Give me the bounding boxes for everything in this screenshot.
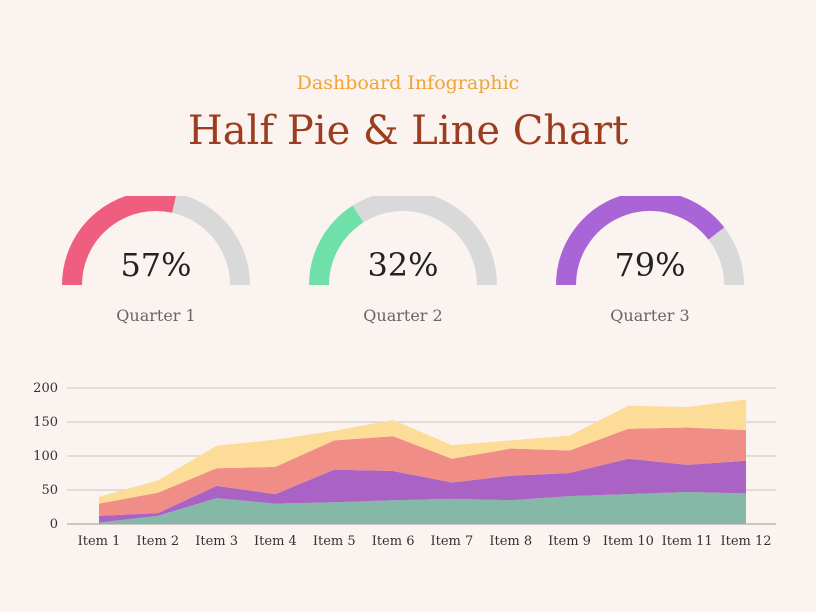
gauge-label: Quarter 3 bbox=[610, 306, 690, 325]
x-tick-label: Item 11 bbox=[662, 534, 713, 549]
x-tick-label: Item 7 bbox=[431, 534, 474, 549]
gauge-quarter-2: 32% Quarter 2 bbox=[303, 196, 503, 336]
stacked-area-chart: 0 50 100 150 200 Item 1 Item 2 Item 3 Item 4 Item… bbox=[33, 381, 776, 549]
y-tick-label: 0 bbox=[50, 517, 58, 532]
x-tick-label: Item 1 bbox=[78, 534, 121, 549]
x-tick-label: Item 5 bbox=[313, 534, 356, 549]
x-tick-label: Item 6 bbox=[372, 534, 415, 549]
x-tick-label: Item 10 bbox=[603, 534, 654, 549]
gauge-percent: 57% bbox=[120, 246, 192, 284]
x-tick-label: Item 9 bbox=[548, 534, 591, 549]
x-tick-label: Item 8 bbox=[489, 534, 532, 549]
gauge-label: Quarter 1 bbox=[116, 306, 196, 325]
y-tick-label: 150 bbox=[33, 415, 58, 430]
page-title: Half Pie & Line Chart bbox=[187, 108, 629, 154]
dashboard-subtitle: Dashboard Infographic bbox=[296, 72, 520, 94]
y-tick-label: 100 bbox=[33, 449, 58, 464]
x-tick-label: Item 12 bbox=[720, 534, 771, 549]
x-tick-label: Item 3 bbox=[195, 534, 238, 549]
gauge-percent: 32% bbox=[367, 246, 439, 284]
gauge-quarter-3: 79% Quarter 3 bbox=[550, 196, 750, 336]
gauge-quarter-1: 57% Quarter 1 bbox=[56, 196, 256, 336]
x-tick-label: Item 2 bbox=[136, 534, 179, 549]
x-tick-label: Item 4 bbox=[254, 534, 297, 549]
gauge-label: Quarter 2 bbox=[363, 306, 443, 325]
y-tick-label: 50 bbox=[41, 483, 58, 498]
gauge-percent: 79% bbox=[614, 246, 686, 284]
y-tick-label: 200 bbox=[33, 381, 58, 396]
